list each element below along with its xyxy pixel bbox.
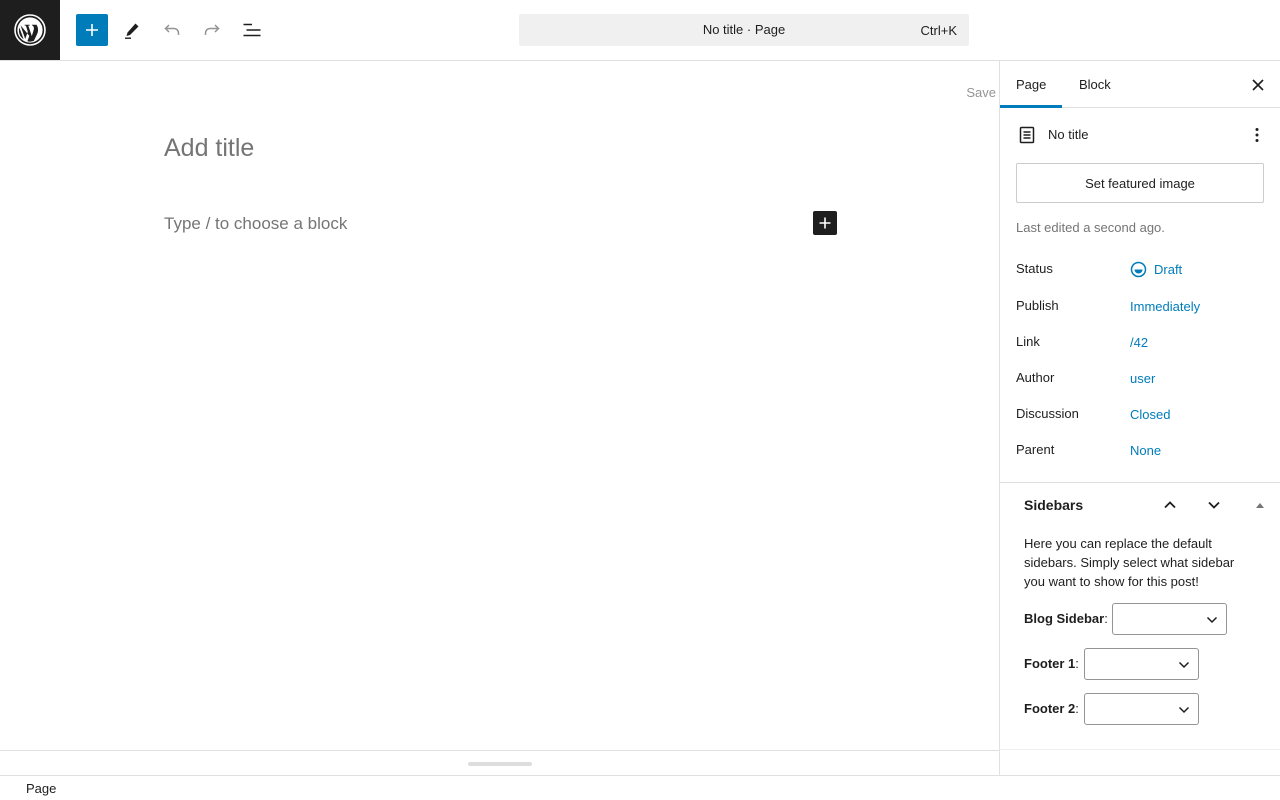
move-down-button[interactable] <box>1202 493 1226 517</box>
block-breadcrumb-bar: Page <box>0 775 1280 800</box>
redo-button[interactable] <box>196 14 228 46</box>
property-discussion: Discussion Closed <box>1016 406 1266 426</box>
select-label-text: Blog Sidebar <box>1024 611 1105 626</box>
sidebar-tabs: Page Block <box>1000 61 1280 108</box>
chevron-down-icon <box>1208 501 1220 509</box>
tab-block[interactable]: Block <box>1063 61 1127 108</box>
plus-icon <box>819 217 831 229</box>
discussion-value[interactable]: Closed <box>1130 407 1170 422</box>
metabox-resize-bar <box>0 750 999 775</box>
property-label: Status <box>1016 261 1053 276</box>
parent-value[interactable]: None <box>1130 443 1161 458</box>
resize-handle[interactable] <box>468 762 532 766</box>
divider <box>1000 482 1280 483</box>
select-label-text: Footer 2 <box>1024 701 1076 716</box>
undo-button[interactable] <box>156 14 188 46</box>
select-label-text: Footer 1 <box>1024 656 1076 671</box>
property-publish: Publish Immediately <box>1016 298 1266 318</box>
publish-value[interactable]: Immediately <box>1130 299 1200 314</box>
pencil-icon <box>125 23 139 39</box>
save-button[interactable]: Save <box>966 85 996 100</box>
status-value: Draft <box>1154 262 1183 277</box>
wordpress-logo-icon[interactable] <box>0 0 60 60</box>
select-label: Footer 1: <box>1024 656 1079 671</box>
status-toggle[interactable]: Draft <box>1130 261 1182 278</box>
select-label: Blog Sidebar: <box>1024 611 1108 626</box>
keyboard-shortcut: Ctrl+K <box>920 23 957 38</box>
footer-2-select[interactable] <box>1084 693 1199 725</box>
list-view-icon <box>243 23 261 37</box>
triangle-up-icon <box>1256 503 1264 508</box>
document-title-label: No title <box>1048 127 1089 142</box>
property-parent: Parent None <box>1016 442 1266 462</box>
property-label: Author <box>1016 370 1055 385</box>
metabox-description: Here you can replace the default sidebar… <box>1024 536 1235 589</box>
plus-icon <box>86 24 98 36</box>
chevron-down-icon <box>1178 661 1190 669</box>
chevron-down-icon <box>1206 616 1218 624</box>
document-card: No title <box>1017 123 1267 147</box>
property-label: Parent <box>1016 442 1055 457</box>
footer-1-select[interactable] <box>1084 648 1199 680</box>
property-label: Link <box>1016 334 1040 349</box>
list-view-button[interactable] <box>236 14 268 46</box>
breadcrumb-item[interactable]: Page <box>26 781 56 796</box>
property-link: Link /42 <box>1016 334 1266 354</box>
property-status: Status Draft <box>1016 261 1266 281</box>
post-title-input[interactable]: Add title <box>164 134 254 163</box>
metabox-title: Sidebars <box>1024 497 1084 513</box>
property-author: Author user <box>1016 370 1266 390</box>
settings-sidebar: Page Block No title Set featured image L… <box>999 61 1280 775</box>
add-block-button[interactable] <box>76 14 108 46</box>
metabox-toggle-button[interactable] <box>1248 493 1272 517</box>
author-value[interactable]: user <box>1130 371 1155 386</box>
document-actions-button[interactable] <box>1247 125 1267 145</box>
close-sidebar-button[interactable] <box>1248 75 1268 95</box>
tab-page[interactable]: Page <box>1000 61 1062 108</box>
move-up-button[interactable] <box>1158 493 1182 517</box>
property-label: Discussion <box>1016 406 1079 421</box>
set-featured-image-button[interactable]: Set featured image <box>1016 163 1264 203</box>
property-label: Publish <box>1016 298 1059 313</box>
blog-sidebar-select[interactable] <box>1112 603 1227 635</box>
close-icon <box>1252 79 1264 91</box>
select-label: Footer 2: <box>1024 701 1079 716</box>
chevron-up-icon <box>1164 501 1176 509</box>
inline-add-block-button[interactable] <box>813 211 837 235</box>
undo-icon <box>164 24 180 35</box>
block-appender[interactable]: Type / to choose a block <box>164 214 347 234</box>
link-value[interactable]: /42 <box>1130 335 1148 350</box>
document-icon <box>1017 125 1037 150</box>
divider <box>1000 749 1280 750</box>
tools-button[interactable] <box>116 14 148 46</box>
editor-header: No title · Page Ctrl+K <box>0 0 1280 61</box>
vertical-ellipsis-icon <box>1255 128 1259 142</box>
editor-canvas[interactable]: Save Add title Type / to choose a block <box>0 61 999 750</box>
draft-status-icon <box>1130 261 1147 278</box>
last-edited-text: Last edited a second ago. <box>1016 220 1165 235</box>
redo-icon <box>204 24 220 35</box>
chevron-down-icon <box>1178 706 1190 714</box>
command-palette-bar[interactable]: No title · Page Ctrl+K <box>519 14 969 46</box>
document-title: No title · Page <box>702 22 786 37</box>
